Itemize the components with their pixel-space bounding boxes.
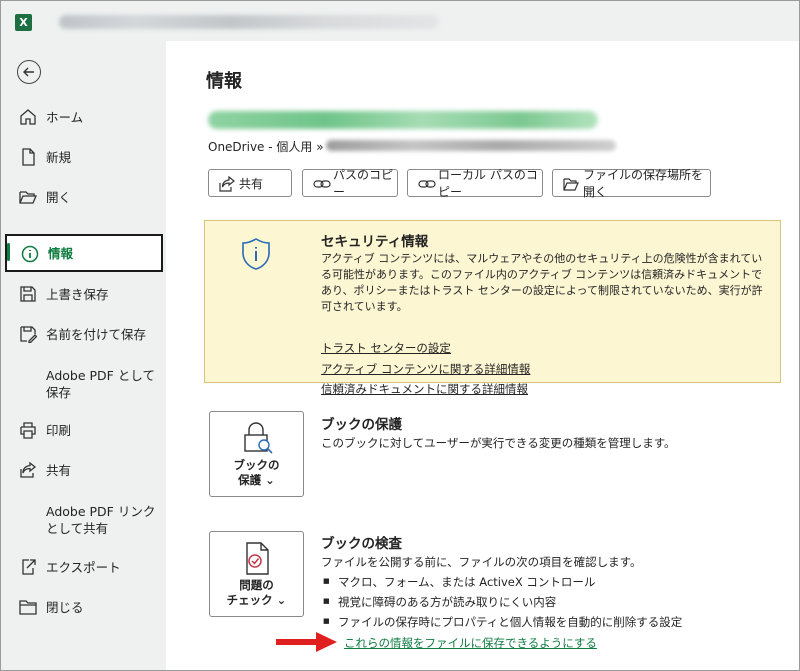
new-document-icon <box>22 148 35 166</box>
page-title: 情報 <box>206 71 242 92</box>
sidebar-item-new[interactable]: 新規 <box>5 139 163 175</box>
file-location: OneDrive - 個人用 » <box>208 140 324 154</box>
protect-button-label-line1: ブックの <box>233 458 280 472</box>
sidebar-item-label: 新規 <box>46 149 72 165</box>
sidebar-item-save-adobe-pdf[interactable]: Adobe PDF として保存 <box>5 361 163 405</box>
copy-local-path-button[interactable]: ローカル パスのコピー <box>407 168 543 199</box>
list-item-text: 視覚に障碍のある方が読み取りにくい内容 <box>338 595 557 609</box>
sidebar-item-label: ホーム <box>46 109 84 125</box>
print-icon <box>20 422 36 439</box>
home-icon <box>20 109 36 125</box>
sidebar-item-save[interactable]: 上書き保存 <box>5 276 163 312</box>
sidebar-item-label: 名前を付けて保存 <box>46 326 147 342</box>
protect-title: ブックの保護 <box>321 417 402 433</box>
sidebar-item-label: Adobe PDF リンクとして共有 <box>46 504 156 536</box>
active-content-info-link[interactable]: アクティブ コンテンツに関する詳細情報 <box>321 361 530 377</box>
share-icon <box>219 176 235 192</box>
protect-description: このブックに対してユーザーが実行できる変更の種類を管理します。 <box>321 436 676 450</box>
link-icon <box>313 180 331 188</box>
copy-path-label: パスのコピー <box>333 168 394 199</box>
close-folder-icon <box>19 600 37 615</box>
check-button-label-line2: チェック ⌄ <box>226 593 287 607</box>
trust-center-settings-link[interactable]: トラスト センターの設定 <box>321 340 451 356</box>
list-item-text: ファイルの保存時にプロパティと個人情報を自動的に削除する設定 <box>338 615 683 629</box>
sidebar-item-label: 共有 <box>46 462 72 478</box>
open-folder-icon <box>563 178 579 191</box>
info-pane: 情報 OneDrive - 個人用 » 共有 パスのコピー ローカル パスのコピ… <box>166 41 799 670</box>
document-check-icon <box>246 542 269 575</box>
file-path-redacted <box>326 140 616 151</box>
back-button[interactable] <box>17 60 41 84</box>
backstage-sidebar: ホーム 新規 開く 情報 上書き保存 名前を付けて保存 Adobe PDF とし… <box>1 41 166 670</box>
sidebar-item-open[interactable]: 開く <box>5 179 163 215</box>
protect-button-label-line2: 保護 ⌄ <box>238 473 275 487</box>
share-button-label: 共有 <box>239 176 264 191</box>
sidebar-item-share[interactable]: 共有 <box>5 452 163 488</box>
sidebar-item-home[interactable]: ホーム <box>5 99 163 135</box>
file-name-redacted <box>208 111 598 129</box>
sidebar-item-label: 開く <box>46 189 72 205</box>
share-button[interactable]: 共有 <box>208 169 292 197</box>
sidebar-item-close[interactable]: 閉じる <box>5 589 163 625</box>
sidebar-item-label: Adobe PDF として保存 <box>46 368 155 400</box>
allow-save-info-link[interactable]: これらの情報をファイルに保存できるようにする <box>344 635 597 651</box>
sidebar-item-label: エクスポート <box>46 559 121 575</box>
open-folder-icon <box>19 191 37 204</box>
window-title-redacted <box>59 15 439 29</box>
sidebar-item-label: 印刷 <box>46 422 72 438</box>
share-icon <box>20 461 37 478</box>
inspect-title: ブックの検査 <box>321 536 402 552</box>
open-file-location-label: ファイルの保存場所を開く <box>583 168 704 199</box>
protect-workbook-button[interactable]: ブックの 保護 ⌄ <box>209 411 304 497</box>
excel-icon: X <box>15 14 36 31</box>
check-for-issues-button[interactable]: 問題の チェック ⌄ <box>209 531 304 617</box>
info-icon <box>21 245 39 263</box>
sidebar-item-label: 情報 <box>48 245 74 261</box>
save-as-icon <box>20 326 37 343</box>
sidebar-item-print[interactable]: 印刷 <box>5 412 163 448</box>
sidebar-item-save-as[interactable]: 名前を付けて保存 <box>5 316 163 352</box>
sidebar-item-info[interactable]: 情報 <box>5 234 163 272</box>
copy-path-button[interactable]: パスのコピー <box>302 168 398 199</box>
check-button-label-line1: 問題の <box>239 578 274 592</box>
security-title: セキュリティ情報 <box>321 234 429 250</box>
copy-local-path-label: ローカル パスのコピー <box>438 168 538 199</box>
title-bar: X <box>1 1 799 41</box>
save-icon <box>20 286 36 302</box>
sidebar-item-label: 閉じる <box>46 599 84 615</box>
sidebar-item-export[interactable]: エクスポート <box>5 549 163 585</box>
sidebar-item-share-adobe-pdf-link[interactable]: Adobe PDF リンクとして共有 <box>5 497 163 541</box>
open-file-location-button[interactable]: ファイルの保存場所を開く <box>552 168 711 199</box>
inspect-description: ファイルを公開する前に、ファイルの次の項目を確認します。 <box>321 555 642 569</box>
red-arrow-annotation-icon <box>276 632 337 652</box>
lock-search-icon <box>244 422 273 454</box>
security-info-panel: セキュリティ情報 アクティブ コンテンツには、マルウェアやその他のセキュリティ上… <box>204 220 781 396</box>
security-description: アクティブ コンテンツには、マルウェアやその他のセキュリティ上の危険性が含まれて… <box>321 252 763 313</box>
arrow-left-icon <box>23 67 34 77</box>
export-icon <box>22 559 36 575</box>
sidebar-item-label: 上書き保存 <box>46 286 109 302</box>
shield-info-icon <box>242 238 270 270</box>
list-item-text: マクロ、フォーム、または ActiveX コントロール <box>338 575 596 589</box>
trusted-documents-info-link[interactable]: 信頼済みドキュメントに関する詳細情報 <box>321 381 528 397</box>
link-icon <box>418 180 436 188</box>
